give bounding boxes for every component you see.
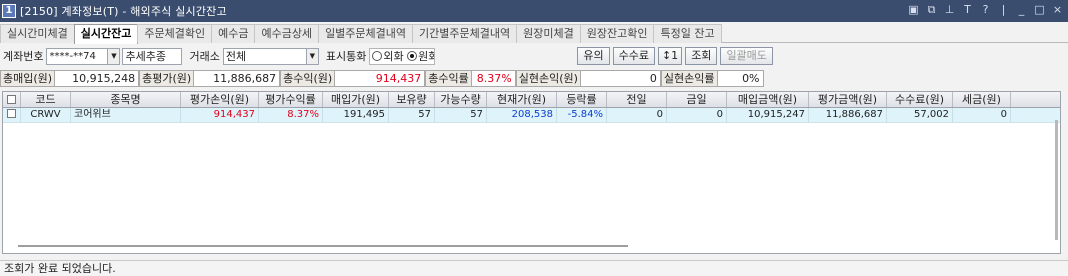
col-prev-day[interactable]: 전일	[607, 92, 667, 107]
vertical-scrollbar[interactable]	[1055, 120, 1058, 240]
cell-eval-return: 8.37%	[259, 108, 323, 122]
cell-available: 57	[435, 108, 487, 122]
total-eval-label: 총평가(원)	[139, 70, 195, 87]
total-return-label: 총수익률	[425, 70, 472, 87]
cell-current-price: 208,538	[487, 108, 557, 122]
tab-daily-fills[interactable]: 일별주문체결내역	[318, 24, 414, 43]
tab-specific-date-balance[interactable]: 특정일 잔고	[653, 24, 722, 43]
window-number-badge: 1	[2, 4, 16, 18]
copy-window-icon[interactable]: ⧉	[925, 3, 938, 17]
account-dropdown-icon[interactable]: ▼	[108, 47, 121, 65]
cell-eval-amount: 11,886,687	[809, 108, 887, 122]
total-buy-label: 총매입(원)	[0, 70, 56, 87]
cell-name: 코어위브	[71, 108, 181, 122]
currency-label: 표시통화	[325, 50, 367, 63]
cell-holding: 57	[389, 108, 435, 122]
col-buy-amount[interactable]: 매입금액(원)	[727, 92, 809, 107]
col-tax[interactable]: 세금(원)	[953, 92, 1011, 107]
realized-profit-label: 실현손익(원)	[515, 70, 581, 87]
bulk-sell-button[interactable]: 일괄매도	[720, 47, 773, 65]
total-return-value: 8.37%	[471, 70, 516, 87]
cell-today: 0	[667, 108, 727, 122]
tab-deposit-detail[interactable]: 예수금상세	[254, 24, 320, 43]
col-eval-pl[interactable]: 평가손익(원)	[181, 92, 259, 107]
balance-table: 코드 종목명 평가손익(원) 평가수익률 매입가(원) 보유량 가능수량 현재가…	[2, 91, 1061, 254]
row-select-cell[interactable]	[3, 108, 21, 122]
cell-code: CRWV	[21, 108, 71, 122]
cell-fee: 57,002	[887, 108, 953, 122]
tab-period-fills[interactable]: 기간별주문체결내역	[412, 24, 518, 43]
horizontal-scrollbar[interactable]	[18, 245, 628, 247]
radio-foreign-currency[interactable]	[372, 50, 383, 61]
cell-buy-amount: 10,915,247	[727, 108, 809, 122]
account-alias: 추세추종	[122, 47, 183, 65]
tab-deposit[interactable]: 예수금	[211, 24, 256, 43]
sort-button[interactable]: ↕1	[657, 47, 683, 65]
tab-realtime-balance[interactable]: 실시간잔고	[73, 24, 139, 44]
account-select[interactable]: ****-**74	[46, 47, 109, 65]
currency-radio-group: 외화 원화	[369, 47, 436, 65]
minimize-icon[interactable]: _	[1015, 3, 1028, 17]
col-available[interactable]: 가능수량	[435, 92, 487, 107]
col-change-rate[interactable]: 등락률	[557, 92, 607, 107]
exchange-select[interactable]: 전체	[222, 47, 307, 65]
control-row: 계좌번호 ****-**74 ▼ 추세추종 거래소 전체 ▼ 표시통화 외화 원…	[0, 45, 1068, 67]
col-code[interactable]: 코드	[21, 92, 71, 107]
table-header: 코드 종목명 평가손익(원) 평가수익률 매입가(원) 보유량 가능수량 현재가…	[3, 92, 1060, 108]
separator: |	[1001, 3, 1006, 16]
maximize-icon[interactable]: □	[1033, 3, 1046, 17]
caution-button[interactable]: 유의	[577, 47, 610, 65]
total-profit-value: 914,437	[335, 70, 426, 87]
total-profit-label: 총수익(원)	[280, 70, 336, 87]
col-today[interactable]: 금일	[667, 92, 727, 107]
select-all-checkbox[interactable]	[7, 95, 16, 104]
tab-ledger-unfilled[interactable]: 원장미체결	[516, 24, 581, 43]
cell-eval-pl: 914,437	[181, 108, 259, 122]
col-fee[interactable]: 수수료(원)	[887, 92, 953, 107]
layout-icon[interactable]: ▣	[907, 3, 920, 17]
window-controls: ▣ ⧉ ⊥ T ? | _ □ ×	[907, 3, 1064, 17]
col-eval-amount[interactable]: 평가금액(원)	[809, 92, 887, 107]
pin-icon[interactable]: ⊥	[943, 3, 956, 17]
col-holding[interactable]: 보유량	[389, 92, 435, 107]
realized-profit-value: 0	[580, 70, 661, 87]
col-name[interactable]: 종목명	[71, 92, 181, 107]
radio-foreign-label: 외화	[383, 49, 404, 63]
tab-realtime-unfilled[interactable]: 실시간미체결	[0, 24, 75, 43]
tab-bar: 실시간미체결 실시간잔고 주문체결확인 예수금 예수금상세 일별주문체결내역 기…	[0, 24, 1068, 44]
fee-button[interactable]: 수수료	[612, 47, 655, 65]
title-bar: 1 [2150] 계좌정보(T) - 해외주식 실시간잔고 ▣ ⧉ ⊥ T ? …	[0, 0, 1068, 22]
window-title: [2150] 계좌정보(T) - 해외주식 실시간잔고	[20, 5, 227, 18]
table-row[interactable]: CRWV 코어위브 914,437 8.37% 191,495 57 57 20…	[3, 108, 1060, 123]
close-icon[interactable]: ×	[1051, 3, 1064, 17]
cell-tax: 0	[953, 108, 1011, 122]
query-button[interactable]: 조회	[685, 47, 718, 65]
tab-order-fill-check[interactable]: 주문체결확인	[137, 24, 213, 43]
summary-row: 총매입(원) 10,915,248 총평가(원) 11,886,687 총수익(…	[0, 69, 1068, 88]
cell-prev-day: 0	[607, 108, 667, 122]
cell-buy-price: 191,495	[323, 108, 389, 122]
realized-return-label: 실현손익률	[660, 70, 718, 87]
account-label: 계좌번호	[3, 50, 44, 63]
select-all-header[interactable]	[3, 92, 21, 107]
radio-won-label: 원화	[418, 49, 434, 63]
row-checkbox[interactable]	[7, 109, 16, 118]
help-icon[interactable]: ?	[979, 3, 992, 17]
cell-change-rate: -5.84%	[557, 108, 607, 122]
total-buy-value: 10,915,248	[55, 70, 140, 87]
status-bar: 조회가 완료 되었습니다.	[0, 260, 1068, 276]
col-buy-price[interactable]: 매입가(원)	[323, 92, 389, 107]
tab-ledger-balance[interactable]: 원장잔고확인	[579, 24, 655, 43]
exchange-label: 거래소	[189, 50, 220, 63]
total-eval-value: 11,886,687	[194, 70, 281, 87]
col-eval-return[interactable]: 평가수익률	[259, 92, 323, 107]
font-size-icon[interactable]: T	[961, 3, 974, 17]
exchange-dropdown-icon[interactable]: ▼	[306, 47, 319, 65]
radio-won[interactable]	[407, 50, 418, 61]
realized-return-value: 0%	[717, 70, 764, 87]
col-current-price[interactable]: 현재가(원)	[487, 92, 557, 107]
